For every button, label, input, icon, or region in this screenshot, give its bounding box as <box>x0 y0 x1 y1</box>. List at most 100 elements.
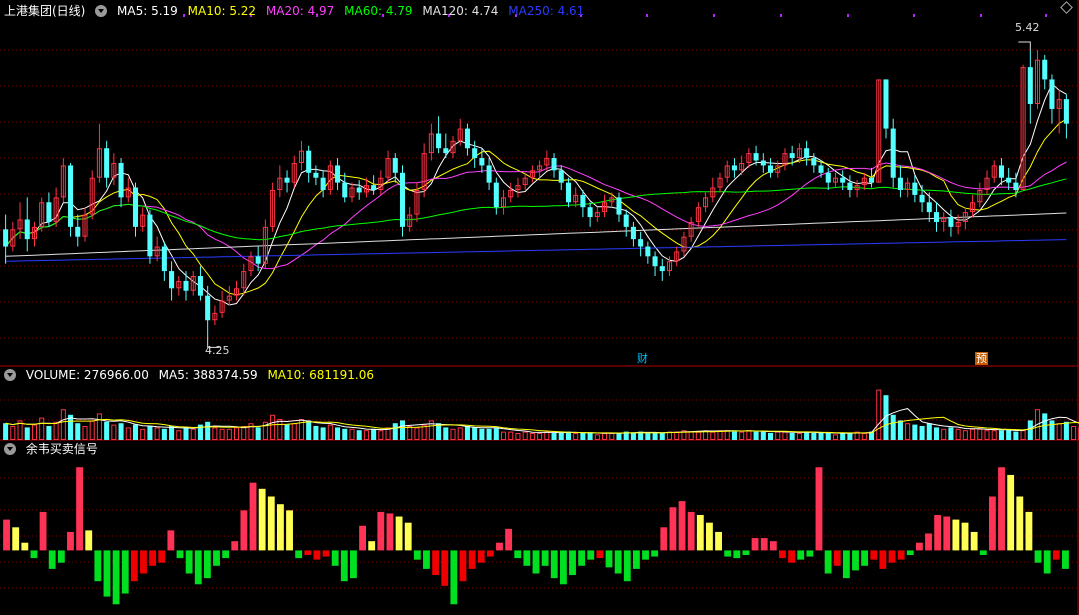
main-panel-toggle-icon[interactable] <box>95 5 108 17</box>
candle-body <box>284 177 290 183</box>
signal-bar <box>833 550 841 566</box>
signal-bar <box>377 511 385 551</box>
volume-bar <box>277 419 283 440</box>
volume-panel-toggle-icon[interactable] <box>4 369 16 381</box>
volume-bar <box>306 420 312 440</box>
volume-bar <box>111 424 117 441</box>
volume-bar <box>919 426 925 440</box>
volume-bar <box>125 427 131 440</box>
signal-bar <box>961 522 969 551</box>
volume-bar <box>82 426 88 440</box>
signal-bar <box>21 542 29 551</box>
signal-bar <box>532 550 540 574</box>
candle-body <box>464 128 470 149</box>
volume-bar <box>955 428 961 440</box>
volume-bar <box>140 428 146 440</box>
volume-bar <box>457 427 463 440</box>
volume-bar <box>270 414 276 440</box>
volume-bar <box>378 430 384 441</box>
candle-body <box>479 158 485 166</box>
candle-body <box>205 295 211 321</box>
ma120-label: MA120: 4.74 <box>422 4 499 18</box>
candle-body <box>998 165 1004 178</box>
signal-bar <box>797 550 805 560</box>
volume-bar <box>342 428 348 440</box>
finance-badge[interactable]: 财 <box>636 352 649 365</box>
signal-bar <box>331 550 339 566</box>
candle-body <box>486 165 492 183</box>
candle-body <box>1042 59 1048 80</box>
candle-body <box>883 79 889 129</box>
volume-bar <box>89 420 95 440</box>
signal-bar <box>304 550 312 556</box>
signal-bar <box>67 531 74 551</box>
volume-bar <box>327 424 333 441</box>
signal-bar <box>751 538 759 551</box>
candle-body <box>551 158 557 171</box>
candle-body <box>869 177 875 183</box>
signal-bar <box>706 522 713 551</box>
volume-bar <box>558 433 564 440</box>
volume-bar <box>450 428 456 440</box>
signal-bar <box>85 530 93 551</box>
candle-body <box>313 172 319 178</box>
candle-body <box>356 187 362 193</box>
volume-bar <box>897 420 903 440</box>
ma60-label: MA60: 4.79 <box>344 4 413 18</box>
signal-bar <box>276 504 284 551</box>
signal-bar <box>888 550 896 563</box>
signal-bar <box>806 550 814 557</box>
marker-dot <box>847 14 849 17</box>
volume-bar <box>399 420 406 440</box>
signal-bar <box>441 550 449 586</box>
volume-bar <box>1027 420 1033 440</box>
signal-bar <box>459 550 467 582</box>
signal-bar <box>861 550 869 566</box>
volume-bar <box>486 428 492 440</box>
signal-bar <box>915 542 923 551</box>
volume-bar <box>890 414 896 440</box>
forecast-badge[interactable]: 预 <box>975 352 988 365</box>
volume-bar <box>760 431 766 440</box>
signal-bar <box>30 550 38 559</box>
signal-bar <box>541 550 549 566</box>
volume-bar <box>291 423 297 441</box>
volume-bar <box>782 431 788 441</box>
volume-bar <box>3 423 9 440</box>
volume-panel-header: VOLUME: 276966.00 MA5: 388374.59 MA10: 6… <box>4 367 380 383</box>
volume-bar <box>154 427 160 440</box>
marker-dot <box>780 14 782 17</box>
marker-dot <box>913 14 915 17</box>
signal-bar <box>486 550 494 557</box>
candle-body <box>616 197 622 215</box>
signal-panel-toggle-icon[interactable] <box>4 443 16 455</box>
volume-bar <box>479 428 485 440</box>
candle-body <box>342 182 348 198</box>
candle-body <box>948 217 954 227</box>
volume-bar <box>501 431 507 441</box>
volume-bar <box>1056 423 1062 441</box>
volume-bar <box>1049 420 1055 440</box>
volume-bar <box>118 423 124 440</box>
candle-body <box>840 177 846 183</box>
signal-bar <box>651 550 659 557</box>
signal-bar <box>988 496 996 551</box>
volume-bar <box>847 433 853 440</box>
volume-bar <box>789 433 795 440</box>
signal-bar <box>715 531 722 551</box>
signal-bar <box>578 550 586 566</box>
volume-bar <box>724 430 730 441</box>
signal-bar <box>249 482 257 551</box>
signal-bar <box>724 550 732 557</box>
candle-body <box>169 271 175 289</box>
signal-bar <box>1062 550 1069 569</box>
candle-body <box>24 219 30 240</box>
volume-bar <box>132 424 139 440</box>
candle-body <box>443 148 449 154</box>
signal-bar <box>1007 474 1015 551</box>
candle-body <box>847 182 853 190</box>
volume-bar <box>60 409 66 441</box>
volume-bar <box>176 430 182 441</box>
signal-bar <box>450 550 458 605</box>
volume-bar <box>551 433 557 440</box>
